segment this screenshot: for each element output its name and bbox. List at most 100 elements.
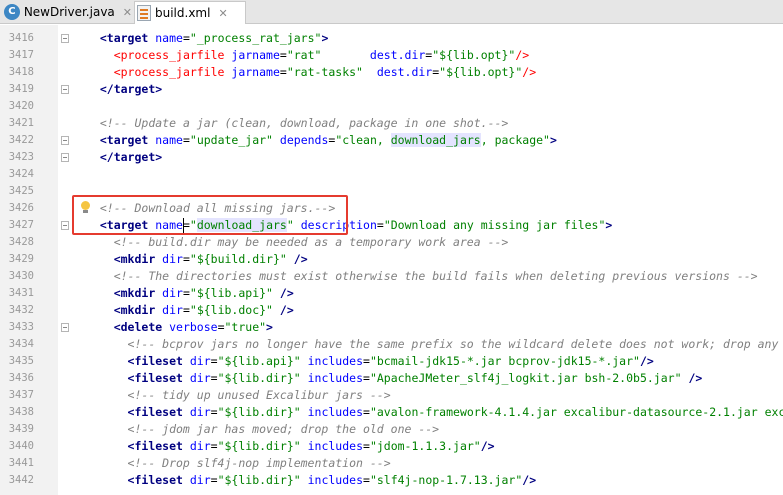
code-line[interactable]: 3420 — [0, 98, 783, 115]
xml-file-icon — [137, 5, 151, 21]
tab-label: NewDriver.java — [23, 5, 115, 19]
code-line[interactable]: 3433 <delete verbose="true"> — [0, 319, 783, 336]
code-token: /> — [522, 65, 537, 79]
code-line[interactable]: 3441 <!-- Drop slf4j-nop implementation … — [0, 455, 783, 472]
code-token: > — [321, 31, 329, 45]
code-line[interactable]: 3430 <!-- The directories must exist oth… — [0, 268, 783, 285]
tab-build-xml[interactable]: build.xml ✕ — [134, 1, 246, 24]
code-text: <target name="_process_rat_jars"> — [86, 30, 329, 47]
code-token: /> — [279, 286, 294, 300]
fold-toggle-icon[interactable] — [61, 153, 69, 162]
fold-toggle-icon[interactable] — [61, 221, 69, 230]
code-line[interactable]: 3419 </target> — [0, 81, 783, 98]
code-line[interactable]: 3416 <target name="_process_rat_jars"> — [0, 30, 783, 47]
code-line[interactable]: 3424 — [0, 166, 783, 183]
code-line[interactable]: 3439 <!-- jdom jar has moved; drop the o… — [0, 421, 783, 438]
code-text: <!-- build.dir may be needed as a tempor… — [86, 234, 509, 251]
text-caret — [183, 218, 184, 233]
line-number: 3423 — [8, 151, 34, 163]
code-line[interactable]: 3429 <mkdir dir="${build.dir}" /> — [0, 251, 783, 268]
code-token: includes — [307, 473, 363, 487]
code-token: "_process_rat_jars" — [189, 31, 322, 45]
line-number: 3437 — [8, 389, 34, 401]
tab-label: build.xml — [155, 6, 211, 20]
code-text: <!-- bcprov jars no longer have the same… — [86, 336, 783, 353]
code-token: includes — [307, 371, 363, 385]
code-text: <mkdir dir="${lib.api}" /> — [86, 285, 294, 302]
code-token: > — [266, 320, 273, 334]
code-text: <process_jarfile jarname="rat-tasks" des… — [86, 64, 536, 81]
code-line[interactable]: 3437 <!-- tidy up unused Excalibur jars … — [0, 387, 783, 404]
code-text: <!-- Drop slf4j-nop implementation --> — [86, 455, 391, 472]
code-token: > — [549, 133, 557, 147]
code-token: = — [182, 303, 190, 317]
code-token: = — [210, 473, 218, 487]
code-token: includes — [307, 439, 363, 453]
code-line[interactable]: 3442 <fileset dir="${lib.dir}" includes=… — [0, 472, 783, 489]
fold-toggle-icon[interactable] — [61, 85, 69, 94]
code-token: = — [363, 371, 370, 385]
code-token: "Download any missing jar files" — [383, 218, 606, 232]
code-text: <fileset dir="${lib.dir}" includes="Apac… — [86, 370, 703, 387]
line-number: 3439 — [8, 423, 34, 435]
code-text: <target name="update_jar" depends="clean… — [86, 132, 557, 149]
code-line[interactable]: 3432 <mkdir dir="${lib.doc}" /> — [0, 302, 783, 319]
fold-toggle-icon[interactable] — [61, 136, 69, 145]
code-token: <!-- Update a jar (clean, download, pack… — [99, 116, 509, 130]
code-line[interactable]: 3434 <!-- bcprov jars no longer have the… — [0, 336, 783, 353]
code-token: "clean, — [335, 133, 391, 147]
code-line[interactable]: 3422 <target name="update_jar" depends="… — [0, 132, 783, 149]
fold-toggle-icon[interactable] — [61, 34, 69, 43]
lightbulb-icon[interactable] — [80, 201, 91, 214]
close-icon[interactable]: ✕ — [123, 6, 132, 19]
red-highlight-box — [72, 195, 348, 235]
line-number: 3430 — [8, 270, 34, 282]
code-token: <fileset — [127, 371, 190, 385]
line-number: 3420 — [8, 100, 34, 112]
code-line[interactable]: 3436 <fileset dir="${lib.dir}" includes=… — [0, 370, 783, 387]
close-icon[interactable]: ✕ — [218, 7, 227, 20]
code-token: depends — [279, 133, 329, 147]
code-line[interactable]: 3418 <process_jarfile jarname="rat-tasks… — [0, 64, 783, 81]
code-token: = — [210, 354, 218, 368]
fold-toggle-icon[interactable] — [61, 323, 69, 332]
code-token: dir — [189, 354, 211, 368]
code-token: "${lib.doc}" — [189, 303, 273, 317]
line-number: 3417 — [8, 49, 34, 61]
code-text: <process_jarfile jarname="rat" dest.dir=… — [86, 47, 529, 64]
code-token: <!-- bcprov jars no longer have the same… — [127, 337, 783, 351]
code-line[interactable]: 3438 <fileset dir="${lib.dir}" includes=… — [0, 404, 783, 421]
line-number: 3428 — [8, 236, 34, 248]
tab-newdriver-java[interactable]: C NewDriver.java ✕ — [2, 1, 132, 23]
code-token: "${lib.opt}" — [432, 48, 516, 62]
code-line[interactable]: 3435 <fileset dir="${lib.api}" includes=… — [0, 353, 783, 370]
line-number: 3429 — [8, 253, 34, 265]
line-number: 3422 — [8, 134, 34, 146]
code-line[interactable]: 3421 <!-- Update a jar (clean, download,… — [0, 115, 783, 132]
code-token: /> — [293, 252, 308, 266]
line-number: 3436 — [8, 372, 34, 384]
code-line[interactable]: 3428 <!-- build.dir may be needed as a t… — [0, 234, 783, 251]
code-line[interactable]: 3431 <mkdir dir="${lib.api}" /> — [0, 285, 783, 302]
code-token: "${lib.dir}" — [217, 473, 301, 487]
code-token: name — [155, 31, 183, 45]
code-text: <fileset dir="${lib.dir}" includes="slf4… — [86, 472, 537, 489]
code-token: "${lib.opt}" — [439, 65, 523, 79]
code-text: <!-- The directories must exist otherwis… — [86, 268, 758, 285]
code-line[interactable]: 3440 <fileset dir="${lib.dir}" includes=… — [0, 438, 783, 455]
code-token: = — [210, 405, 218, 419]
code-token: = — [363, 439, 370, 453]
code-line[interactable]: 3423 </target> — [0, 149, 783, 166]
code-line[interactable]: 3417 <process_jarfile jarname="rat" dest… — [0, 47, 783, 64]
code-token: "avalon-framework-4.1.4.jar excalibur-da… — [369, 405, 783, 419]
